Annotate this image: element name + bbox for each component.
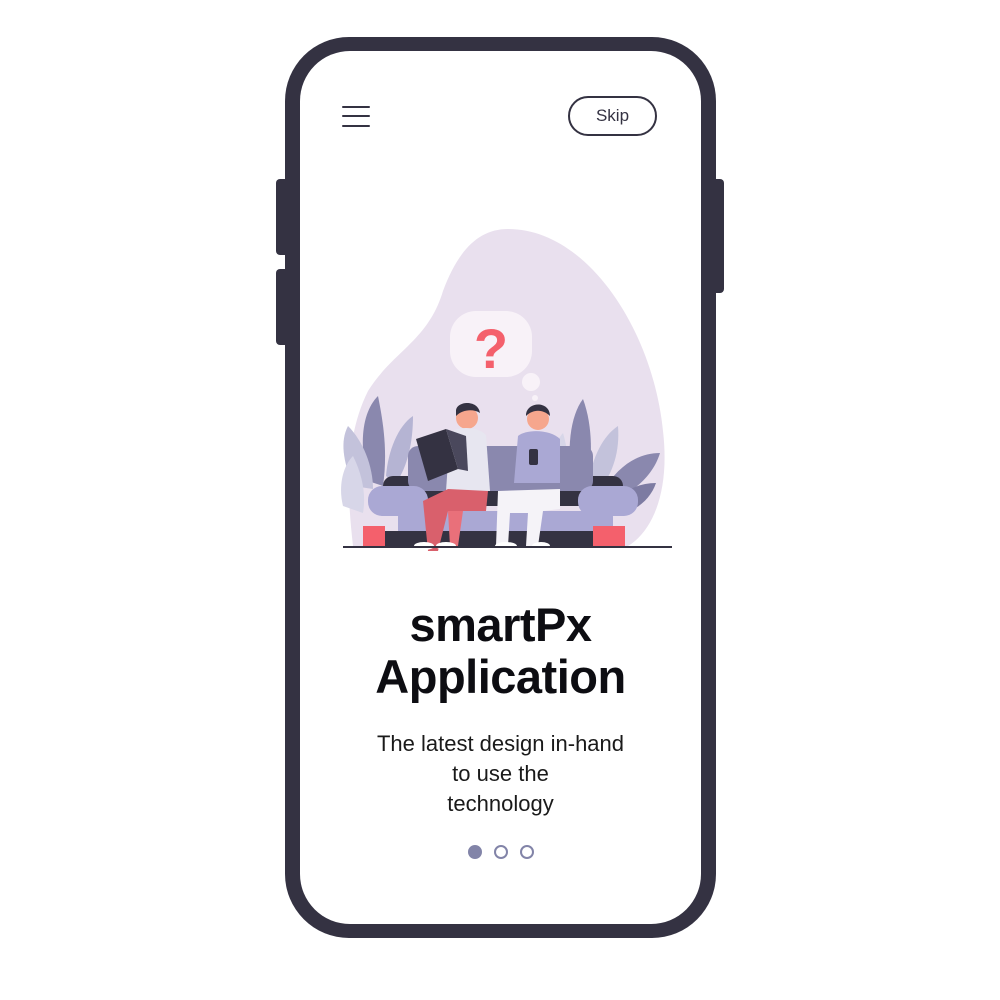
phone-screen: Skip ? smartPx Application The latest de…: [300, 51, 701, 924]
title-line-1: smartPx: [409, 598, 593, 651]
pagination-dot-2[interactable]: [494, 845, 508, 859]
skip-button[interactable]: Skip: [568, 96, 657, 136]
subtitle-line-2: to use the: [452, 761, 549, 786]
pagination-dot-1[interactable]: [468, 845, 482, 859]
app-subtitle: The latest design in-hand to use the tec…: [340, 729, 661, 819]
title-line-2: Application: [375, 650, 626, 703]
pagination-dot-3[interactable]: [520, 845, 534, 859]
hamburger-menu-icon[interactable]: [342, 104, 372, 128]
onboarding-illustration: ?: [341, 229, 672, 551]
subtitle-line-3: technology: [447, 791, 554, 816]
question-mark-icon: ?: [474, 317, 508, 380]
subtitle-line-1: The latest design in-hand: [376, 731, 625, 756]
pagination-dots: [468, 845, 538, 859]
app-title: smartPx Application: [300, 599, 701, 703]
onboarding-stage: Skip ? smartPx Application The latest de…: [0, 0, 1000, 1000]
